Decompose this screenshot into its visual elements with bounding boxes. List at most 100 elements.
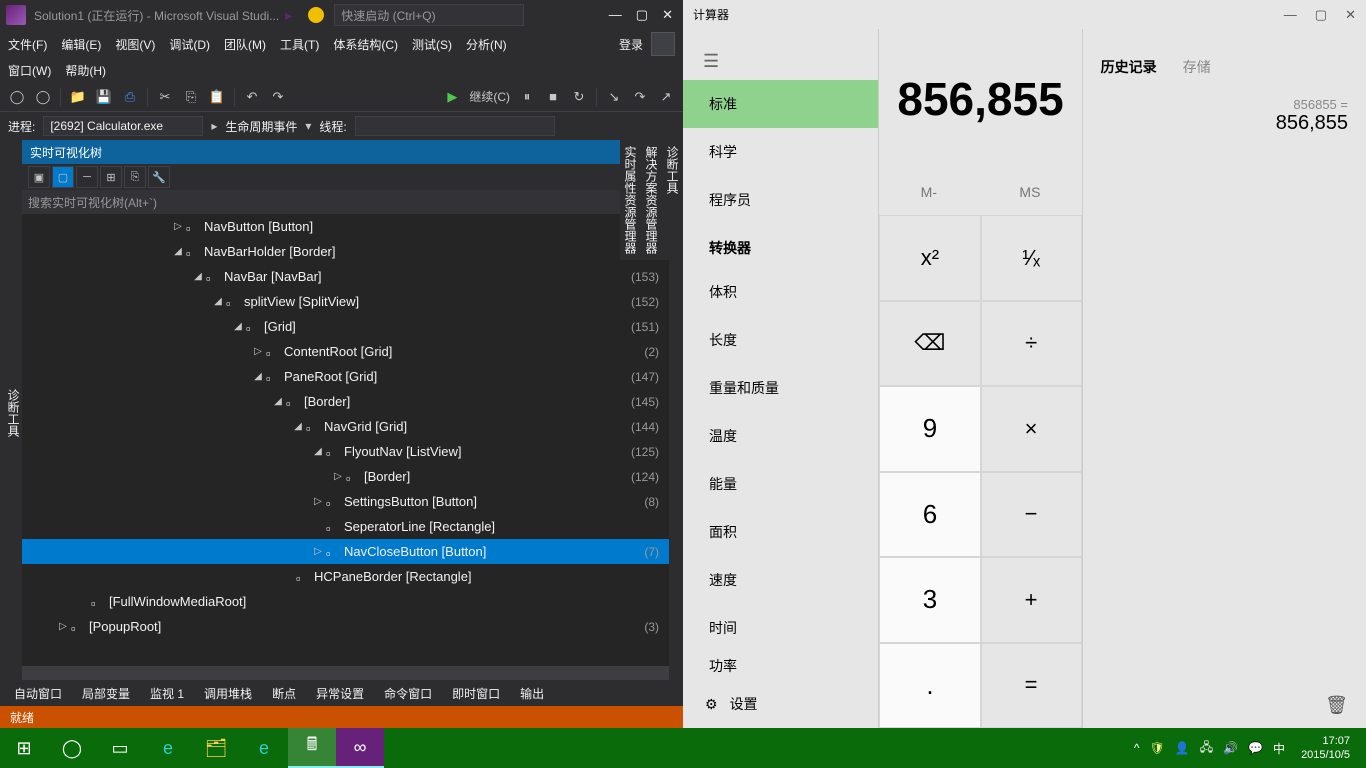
right-tab-solution[interactable]: 解决方案资源管理器	[641, 140, 662, 260]
thread-dropdown[interactable]	[355, 116, 555, 136]
stop-icon[interactable]: ■	[544, 88, 562, 106]
key-divide[interactable]: ÷	[981, 301, 1082, 387]
close-button[interactable]: ✕	[662, 7, 673, 23]
tree-row[interactable]: ▷▫NavButton [Button](7)	[22, 214, 669, 239]
menu-analyze[interactable]: 分析(N)	[466, 36, 507, 53]
history-item[interactable]: 856855 = 856,855	[1083, 91, 1366, 141]
btab-output[interactable]: 输出	[512, 682, 552, 705]
feedback-smiley-icon[interactable]	[308, 7, 324, 23]
paste-icon[interactable]: 📋	[208, 88, 226, 106]
nav-weight[interactable]: 重量和质量	[683, 364, 878, 412]
tray-up-icon[interactable]: ^	[1134, 741, 1140, 755]
minimize-button[interactable]: —	[609, 7, 622, 23]
continue-label[interactable]: 继续(C)	[469, 88, 510, 105]
save-all-icon[interactable]: ⎙	[121, 88, 139, 106]
tree-expand-icon[interactable]: ▷	[57, 621, 69, 632]
tree-expand-icon[interactable]: ▷	[312, 546, 324, 557]
key-subtract[interactable]: −	[981, 472, 1082, 558]
right-tab-liveprops[interactable]: 实时属性资源管理器	[620, 140, 641, 260]
ie-icon[interactable]: e	[240, 728, 288, 768]
nav-back-button[interactable]: ◯	[8, 88, 26, 106]
history-tab[interactable]: 历史记录	[1101, 57, 1157, 77]
nav-area[interactable]: 面积	[683, 508, 878, 556]
tree-expand-icon[interactable]: ◢	[232, 321, 244, 332]
nav-power[interactable]: 功率	[683, 652, 878, 680]
user-avatar-icon[interactable]	[651, 32, 675, 56]
tree-row[interactable]: ◢▫NavBarHolder [Border](154)	[22, 239, 669, 264]
key-dot[interactable]: .	[879, 643, 980, 729]
btab-immediate[interactable]: 即时窗口	[444, 682, 508, 705]
menu-arch[interactable]: 体系结构(C)	[333, 36, 398, 53]
tree-row[interactable]: ▫HCPaneBorder [Rectangle]	[22, 564, 669, 589]
btab-locals[interactable]: 局部变量	[74, 682, 138, 705]
key-9[interactable]: 9	[879, 386, 980, 472]
tree-row[interactable]: ◢▫NavGrid [Grid](144)	[22, 414, 669, 439]
tray-security-icon[interactable]: 🛡	[1150, 741, 1165, 755]
tree-expand-icon[interactable]: ◢	[252, 371, 264, 382]
start-button[interactable]: ⊞	[0, 728, 48, 768]
tree-tool-2[interactable]: ▢	[52, 166, 74, 188]
nav-time[interactable]: 时间	[683, 604, 878, 652]
key-6[interactable]: 6	[879, 472, 980, 558]
calc-minimize-button[interactable]: —	[1284, 7, 1297, 23]
continue-play-icon[interactable]: ▶	[443, 88, 461, 106]
tree-expand-icon[interactable]: ◢	[192, 271, 204, 282]
nav-speed[interactable]: 速度	[683, 556, 878, 604]
tree-row[interactable]: ▫SeperatorLine [Rectangle]	[22, 514, 669, 539]
key-reciprocal[interactable]: ¹∕ₓ	[981, 215, 1082, 301]
tree-row[interactable]: ◢▫[Grid](151)	[22, 314, 669, 339]
memory-tab[interactable]: 存储	[1183, 57, 1211, 77]
taskbar-clock[interactable]: 17:07 2015/10/5	[1295, 734, 1356, 762]
hamburger-icon[interactable]: ☰	[683, 43, 878, 80]
tree-search-input[interactable]: 搜索实时可视化树(Alt+`) 🔍	[22, 190, 669, 214]
menu-view[interactable]: 视图(V)	[115, 36, 155, 53]
tree-tool-1[interactable]: ▣	[28, 166, 50, 188]
nav-length[interactable]: 长度	[683, 316, 878, 364]
btab-auto[interactable]: 自动窗口	[6, 682, 70, 705]
mem-minus-button[interactable]: M-	[921, 184, 937, 200]
calc-maximize-button[interactable]: ▢	[1315, 7, 1327, 23]
tree-row[interactable]: ▷▫[PopupRoot](3)	[22, 614, 669, 639]
tree-expand-icon[interactable]: ◢	[172, 246, 184, 257]
key-multiply[interactable]: ×	[981, 386, 1082, 472]
nav-programmer[interactable]: 程序员	[683, 176, 878, 224]
tree-expand-icon[interactable]: ▷	[252, 346, 264, 357]
tree-row[interactable]: ▷▫SettingsButton [Button](8)	[22, 489, 669, 514]
key-xsq[interactable]: x²	[879, 215, 980, 301]
nav-volume[interactable]: 体积	[683, 268, 878, 316]
menu-file[interactable]: 文件(F)	[8, 36, 47, 53]
nav-temperature[interactable]: 温度	[683, 412, 878, 460]
tree-h-scrollbar[interactable]	[22, 666, 669, 680]
cut-icon[interactable]: ✂	[156, 88, 174, 106]
menu-test[interactable]: 测试(S)	[412, 36, 452, 53]
cortana-button[interactable]: ◯	[48, 728, 96, 768]
btab-breakpoints[interactable]: 断点	[264, 682, 304, 705]
vs-title-arrow-icon[interactable]: ▸	[285, 7, 292, 24]
btab-command[interactable]: 命令窗口	[376, 682, 440, 705]
maximize-button[interactable]: ▢	[636, 7, 648, 23]
tree-expand-icon[interactable]: ◢	[272, 396, 284, 407]
tree-row[interactable]: ▫[FullWindowMediaRoot]	[22, 589, 669, 614]
tree-row[interactable]: ▷▫[Border](124)	[22, 464, 669, 489]
tree-row[interactable]: ◢▫FlyoutNav [ListView](125)	[22, 439, 669, 464]
menu-tools[interactable]: 工具(T)	[280, 36, 319, 53]
menu-help[interactable]: 帮助(H)	[65, 62, 106, 79]
btab-exceptions[interactable]: 异常设置	[308, 682, 372, 705]
tree-tool-5[interactable]: ⎘	[124, 166, 146, 188]
menu-window[interactable]: 窗口(W)	[8, 62, 51, 79]
tree-expand-icon[interactable]: ▷	[172, 221, 184, 232]
right-tab-diag[interactable]: 诊断工具	[662, 140, 683, 260]
key-equals[interactable]: =	[981, 643, 1082, 729]
tree-list[interactable]: ▷▫NavButton [Button](7)◢▫NavBarHolder [B…	[22, 214, 669, 666]
tree-tool-3[interactable]: ─	[76, 166, 98, 188]
undo-icon[interactable]: ↶	[243, 88, 261, 106]
tree-expand-icon[interactable]: ◢	[312, 446, 324, 457]
btab-watch[interactable]: 监视 1	[142, 682, 192, 705]
tree-row[interactable]: ◢▫splitView [SplitView](152)	[22, 289, 669, 314]
tree-expand-icon[interactable]: ▷	[332, 471, 344, 482]
tree-row[interactable]: ◢▫NavBar [NavBar](153)	[22, 264, 669, 289]
tray-user-icon[interactable]: 👤	[1175, 741, 1190, 755]
edge-icon[interactable]: e	[144, 728, 192, 768]
tray-notifications-icon[interactable]: 💬	[1248, 741, 1263, 755]
nav-settings[interactable]: ⚙ 设置	[683, 680, 878, 728]
